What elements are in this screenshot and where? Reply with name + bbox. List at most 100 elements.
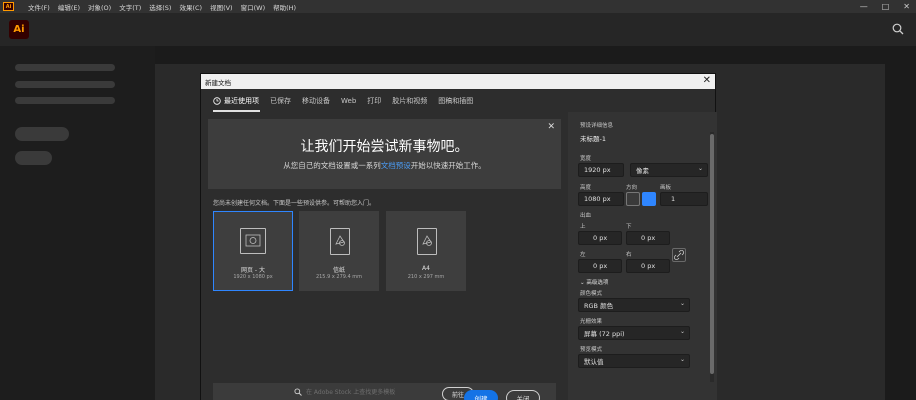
create-button[interactable]: 创建 <box>464 390 498 400</box>
chevron-down-icon: ⌄ <box>679 356 685 363</box>
web-document-icon <box>240 228 266 254</box>
bleed-top-label: 上 <box>580 224 586 230</box>
stock-search-bar: 在 Adobe Stock 上查找更多模板 前往 <box>213 383 556 400</box>
landscape-orientation-button[interactable] <box>642 192 656 206</box>
bleed-left-label: 左 <box>580 252 586 258</box>
banner-title: 让我们开始尝试新事物吧。 <box>300 139 469 155</box>
advanced-options-label: 高级选项 <box>586 280 609 286</box>
tab-recent-label: 最近使用项 <box>224 96 259 105</box>
welcome-banner: 让我们开始尝试新事物吧。 从您自己的文档设置或一系列文档预设开始以快速开始工作。… <box>208 119 561 189</box>
tab-print[interactable]: 打印 <box>367 96 381 106</box>
preset-name: 信纸 <box>332 267 345 274</box>
preset-name: 网页 - 大 <box>241 267 265 274</box>
skeleton-button <box>15 127 69 141</box>
menubar: Ai 文件(F) 编辑(E) 对象(O) 文字(T) 选择(S) 效果(C) 视… <box>0 0 916 13</box>
bleed-right-label: 右 <box>626 252 632 258</box>
skeleton-line <box>15 64 115 71</box>
menu-select[interactable]: 选择(S) <box>149 2 171 12</box>
minimize-button[interactable]: — <box>860 2 868 11</box>
menu-edit[interactable]: 编辑(E) <box>58 2 80 12</box>
search-icon[interactable] <box>892 23 904 35</box>
tab-web[interactable]: Web <box>341 97 356 105</box>
raster-effects-value: 屏幕 (72 ppi) <box>584 330 625 338</box>
clock-icon <box>213 96 221 105</box>
bleed-top-input[interactable]: 0 px <box>578 231 622 245</box>
stock-search-input[interactable]: 在 Adobe Stock 上查找更多模板 <box>306 387 395 396</box>
preset-details-pane: 预设详细信息 未标题-1 宽度 1920 px 像素 ⌄ 高度 方向 画板 10… <box>568 112 717 400</box>
color-mode-select[interactable]: RGB 颜色 ⌄ <box>578 298 690 312</box>
banner-subtitle: 从您自己的文档设置或一系列文档预设开始以快速开始工作。 <box>208 160 561 171</box>
color-mode-value: RGB 颜色 <box>584 302 614 310</box>
chevron-down-icon: ⌄ <box>679 300 685 307</box>
raster-effects-label: 光栅效果 <box>580 319 603 325</box>
dialog-title: 新建文档 <box>205 78 231 87</box>
details-scrollbar[interactable] <box>710 134 714 374</box>
bleed-bottom-input[interactable]: 0 px <box>626 231 670 245</box>
skeleton-line <box>15 97 115 104</box>
menu-object[interactable]: 对象(O) <box>88 2 111 12</box>
artboards-label: 画板 <box>660 185 672 191</box>
preset-size: 215.9 x 279.4 mm <box>315 274 363 280</box>
preset-card-a4[interactable]: A4 210 x 297 mm <box>386 211 466 291</box>
unit-select-value: 像素 <box>636 167 649 175</box>
preset-size: 210 x 297 mm <box>407 274 445 280</box>
header-bar: Ai <box>0 13 916 46</box>
skeleton-button <box>15 151 52 165</box>
menu-effect[interactable]: 效果(C) <box>179 2 202 12</box>
document-presets-link[interactable]: 文档预设 <box>381 161 411 170</box>
preset-tabs: 最近使用项 已保存 移动设备 Web 打印 胶片和视频 图稿和插图 <box>201 89 568 112</box>
tab-film-video[interactable]: 胶片和视频 <box>392 96 427 106</box>
banner-sub-text-end: 开始以快速开始工作。 <box>410 161 486 170</box>
height-label: 高度 <box>580 185 592 191</box>
preset-card-letter[interactable]: 信纸 215.9 x 279.4 mm <box>299 211 379 291</box>
preset-pane: 让我们开始尝试新事物吧。 从您自己的文档设置或一系列文档预设开始以快速开始工作。… <box>201 112 568 400</box>
color-mode-label: 颜色模式 <box>580 291 603 297</box>
portrait-orientation-button[interactable] <box>626 192 640 206</box>
tab-saved[interactable]: 已保存 <box>270 96 291 106</box>
chevron-down-icon: ⌄ <box>679 328 685 335</box>
preset-size: 1920 x 1080 px <box>233 274 273 280</box>
search-icon <box>294 388 302 396</box>
menu-view[interactable]: 视图(V) <box>210 2 233 12</box>
bleed-right-input[interactable]: 0 px <box>626 259 670 273</box>
bleed-label: 出血 <box>580 213 592 219</box>
bleed-left-input[interactable]: 0 px <box>578 259 622 273</box>
menu-window[interactable]: 窗口(W) <box>241 2 266 12</box>
dialog-close-button[interactable]: ✕ <box>703 75 711 86</box>
bleed-bottom-label: 下 <box>626 224 632 230</box>
new-document-dialog: 新建文档 ✕ 最近使用项 已保存 移动设备 Web 打印 胶片和视频 图稿和插图… <box>200 73 717 400</box>
details-section-label: 预设详细信息 <box>580 123 614 129</box>
unit-select[interactable]: 像素 ⌄ <box>630 163 708 177</box>
menu-help[interactable]: 帮助(H) <box>273 2 296 12</box>
preset-name: A4 <box>422 265 430 272</box>
artboards-input[interactable]: 1 <box>660 192 708 206</box>
tab-art-illustration[interactable]: 图稿和插图 <box>438 96 473 106</box>
dialog-titlebar: 新建文档 ✕ <box>201 74 715 89</box>
skeleton-line <box>15 81 115 88</box>
print-document-icon <box>330 228 350 255</box>
empty-hint: 您尚未创建任何文档。下面是一些预设供参。可帮助您入门。 <box>213 200 376 207</box>
close-window-button[interactable]: ✕ <box>903 2 910 11</box>
advanced-options-toggle[interactable]: ⌄ 高级选项 <box>580 278 608 286</box>
menu-type[interactable]: 文字(T) <box>119 2 141 12</box>
ai-logo: Ai <box>9 20 29 39</box>
app-icon: Ai <box>3 2 14 11</box>
preview-mode-label: 预览模式 <box>580 347 603 353</box>
tab-recent[interactable]: 最近使用项 <box>213 96 259 106</box>
raster-effects-select[interactable]: 屏幕 (72 ppi) ⌄ <box>578 326 690 340</box>
banner-close-button[interactable]: ✕ <box>547 122 555 132</box>
tab-mobile[interactable]: 移动设备 <box>302 96 330 106</box>
chevron-down-icon: ⌄ <box>697 165 703 172</box>
width-label: 宽度 <box>580 156 592 162</box>
height-input[interactable]: 1080 px <box>578 192 624 206</box>
banner-sub-text: 从您自己的文档设置或一系列 <box>283 161 381 170</box>
maximize-button[interactable]: □ <box>882 2 890 11</box>
width-input[interactable]: 1920 px <box>578 163 624 177</box>
link-bleed-button[interactable] <box>672 248 686 262</box>
orientation-label: 方向 <box>626 185 638 191</box>
document-name-field[interactable]: 未标题-1 <box>580 133 606 143</box>
preset-card-web-large[interactable]: 网页 - 大 1920 x 1080 px <box>213 211 293 291</box>
preview-mode-select[interactable]: 默认值 ⌄ <box>578 354 690 368</box>
close-button[interactable]: 关闭 <box>506 390 540 400</box>
menu-file[interactable]: 文件(F) <box>28 2 50 12</box>
